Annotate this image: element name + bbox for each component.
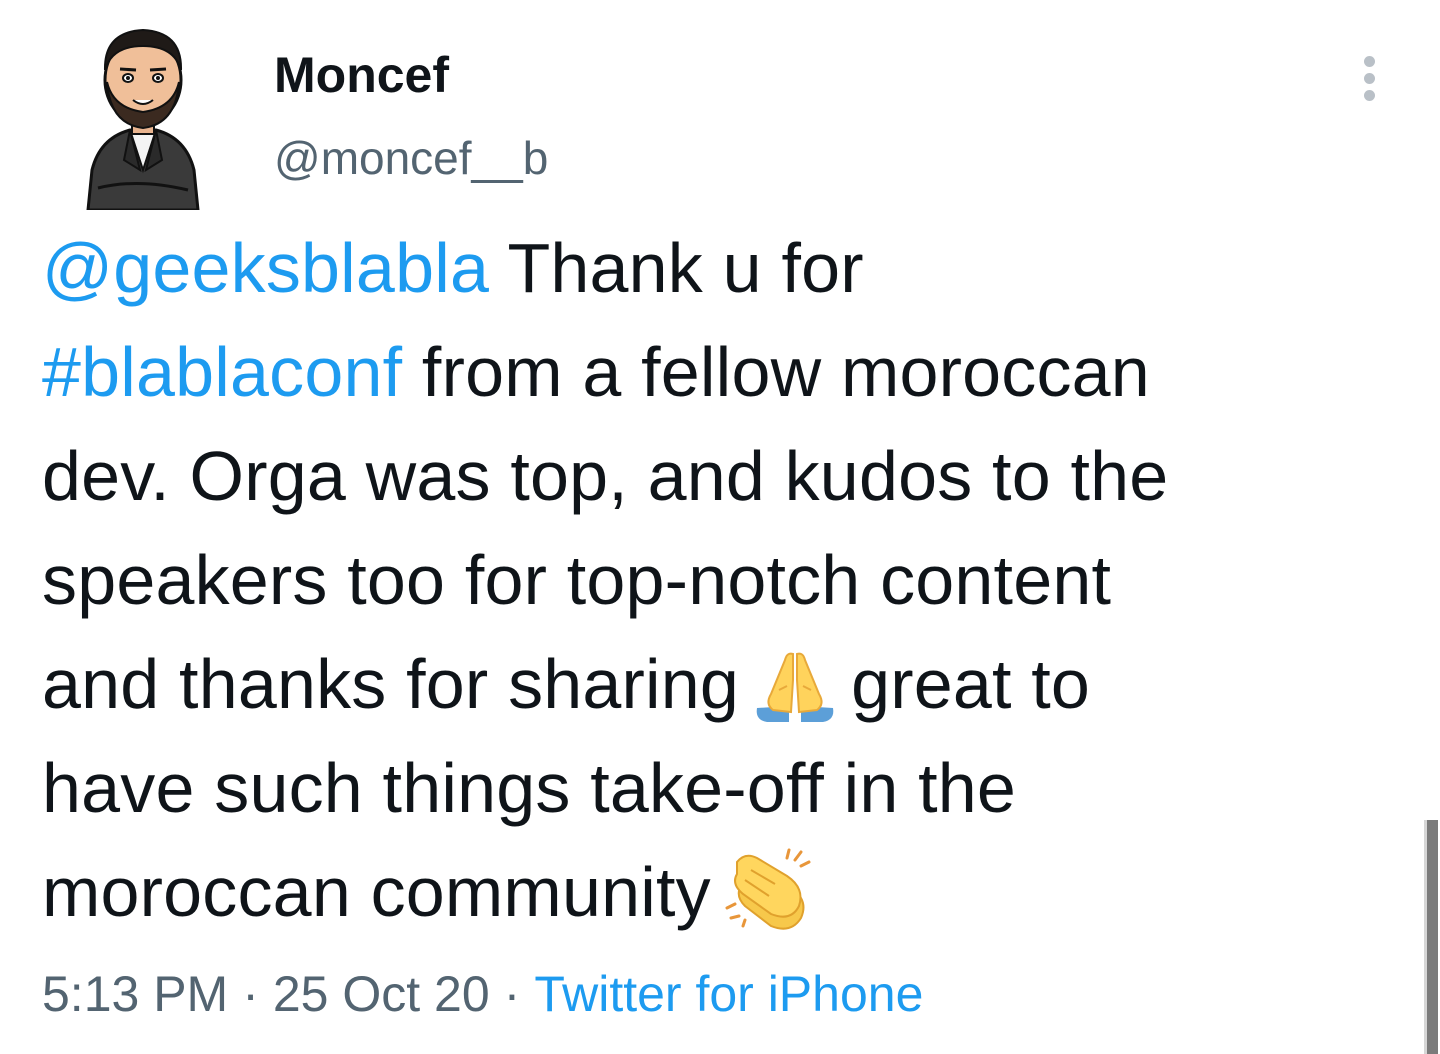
tweet-time[interactable]: 5:13 PM [42,966,228,1022]
tweet-date[interactable]: 25 Oct 20 [273,966,490,1022]
tweet: Moncef @moncef__b @geeksblabla Thank u f… [0,0,1440,1054]
tweet-line: have such things take-off in the [42,736,1412,840]
tweet-text-segment: from a fellow moroccan [402,333,1150,411]
tweet-line: and thanks for sharing great to [42,632,1412,736]
tweet-text-segment: great to [851,645,1091,723]
tweet-text: @geeksblabla Thank u for #blablaconf from… [42,216,1412,944]
mention-link[interactable]: @geeksblabla [42,229,489,307]
tweet-text-segment: speakers too for top-notch content [42,541,1112,619]
tweet-text-segment: dev. Orga was top, and kudos to the [42,437,1169,515]
tweet-line: @geeksblabla Thank u for [42,216,1412,320]
tweet-text-segment: and thanks for sharing [42,645,740,723]
cartoon-avatar-icon [86,28,200,212]
tweet-source-link[interactable]: Twitter for iPhone [534,966,923,1022]
hashtag-link[interactable]: #blablaconf [42,333,402,411]
tweet-line: moroccan community [42,840,1412,944]
tweet-line: dev. Orga was top, and kudos to the [42,424,1412,528]
tweet-text-segment: have such things take-off in the [42,749,1017,827]
scrollbar[interactable] [1424,820,1438,1054]
clapping-hands-icon [721,844,817,962]
tweet-line: #blablaconf from a fellow moroccan [42,320,1412,424]
tweet-text-segment: Thank u for [489,229,864,307]
more-options-button[interactable] [1346,50,1394,106]
meta-separator: · [242,966,259,1022]
avatar[interactable] [78,20,208,212]
user-handle[interactable]: @moncef__b [274,128,548,188]
tweet-metadata: 5:13 PM · 25 Oct 20 · Twitter for iPhone [42,962,923,1026]
display-name[interactable]: Moncef [274,44,449,106]
tweet-text-segment: moroccan community [42,853,711,931]
meta-separator: · [503,966,521,1022]
tweet-line: speakers too for top-notch content [42,528,1412,632]
